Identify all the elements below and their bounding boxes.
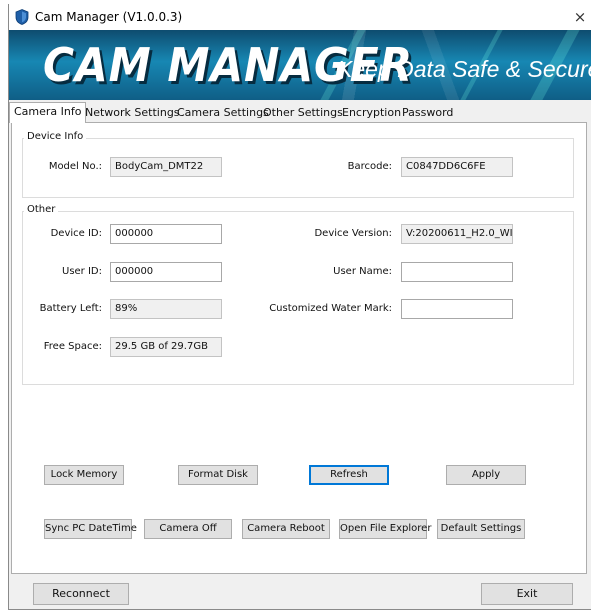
tab-other-settings[interactable]: Other Settings <box>261 104 345 122</box>
exit-button[interactable]: Exit <box>481 583 573 605</box>
model-label: Model No.: <box>48 161 102 172</box>
free-space-field: 29.5 GB of 29.7GB <box>110 337 222 357</box>
tab-encryption[interactable]: Encryption <box>340 104 403 122</box>
camera-info-panel: Device Info Model No.: BodyCam_DMT22 Bar… <box>11 122 587 574</box>
reconnect-button[interactable]: Reconnect <box>33 583 129 605</box>
default-settings-button[interactable]: Default Settings <box>437 519 525 539</box>
battery-label: Battery Left: <box>39 303 102 314</box>
device-version-field: V:20200611_H2.0_WIFI_ <box>401 224 513 244</box>
tab-camera-info[interactable]: Camera Info <box>9 102 87 123</box>
barcode-label: Barcode: <box>347 161 392 172</box>
free-space-label: Free Space: <box>43 341 102 352</box>
format-disk-button[interactable]: Format Disk <box>178 465 258 485</box>
tab-network-settings[interactable]: Network Settings <box>83 104 182 122</box>
battery-field: 89% <box>110 299 222 319</box>
window-title: Cam Manager (V1.0.0.3) <box>35 10 183 24</box>
title-bar: Cam Manager (V1.0.0.3) × <box>9 4 591 30</box>
open-file-explorer-button[interactable]: Open File Explorer <box>339 519 431 539</box>
camera-off-button[interactable]: Camera Off <box>144 519 232 539</box>
user-name-label: User Name: <box>333 266 392 277</box>
user-name-input[interactable] <box>401 262 513 282</box>
tab-password[interactable]: Password <box>400 104 455 122</box>
device-info-title: Device Info <box>24 131 87 142</box>
device-id-label: Device ID: <box>50 228 102 239</box>
shield-icon <box>15 9 29 25</box>
refresh-button[interactable]: Refresh <box>309 465 389 485</box>
other-title: Other <box>24 204 59 215</box>
header-banner: CAM MANAGER Keep Data Safe & Secure <box>9 30 591 100</box>
user-id-label: User ID: <box>62 266 102 277</box>
model-field: BodyCam_DMT22 <box>110 157 222 177</box>
device-version-label: Device Version: <box>314 228 392 239</box>
apply-button[interactable]: Apply <box>446 465 526 485</box>
watermark-label: Customized Water Mark: <box>269 303 392 314</box>
sync-datetime-button[interactable]: Sync PC DateTime <box>44 519 137 539</box>
watermark-input[interactable] <box>401 299 513 319</box>
app-window: Cam Manager (V1.0.0.3) × CAM MANAGER Kee… <box>8 4 591 610</box>
camera-reboot-button[interactable]: Camera Reboot <box>242 519 330 539</box>
device-id-input[interactable]: 000000 <box>110 224 222 244</box>
lock-memory-button[interactable]: Lock Memory <box>44 465 124 485</box>
tab-camera-settings[interactable]: Camera Settings <box>175 104 271 122</box>
close-button[interactable]: × <box>570 7 590 27</box>
tab-strip: Camera Info Network Settings Camera Sett… <box>9 102 591 123</box>
user-id-input[interactable]: 000000 <box>110 262 222 282</box>
barcode-field: C0847DD6C6FE <box>401 157 513 177</box>
banner-tagline: Keep Data Safe & Secure <box>337 56 591 82</box>
